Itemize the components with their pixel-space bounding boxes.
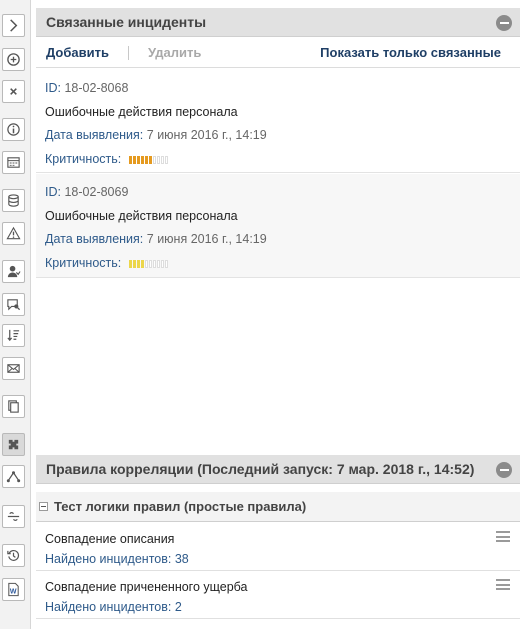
calendar-icon[interactable] xyxy=(2,151,25,174)
criticality-segment xyxy=(144,259,148,268)
incident-name: Ошибочные действия персонала xyxy=(45,105,238,119)
separator xyxy=(127,45,129,60)
word-document-icon[interactable]: W xyxy=(2,578,25,601)
criticality-segment xyxy=(136,259,140,268)
related-incidents-header: Связанные инциденты xyxy=(36,8,520,37)
info-icon[interactable] xyxy=(2,118,25,141)
rule-item[interactable]: Совпадение причененного ущерба Найдено и… xyxy=(36,571,520,619)
criticality-segment xyxy=(148,155,152,164)
correlation-rules-header: Правила корреляции (Последний запуск: 7 … xyxy=(36,455,520,484)
incident-name: Ошибочные действия персонала xyxy=(45,209,238,223)
mail-icon[interactable] xyxy=(2,357,25,380)
criticality-segment xyxy=(128,155,132,164)
copy-icon[interactable] xyxy=(2,395,25,418)
criticality-bar xyxy=(128,259,168,268)
puzzle-icon[interactable] xyxy=(2,433,25,456)
criticality-segment xyxy=(164,259,168,268)
criticality-segment xyxy=(140,259,144,268)
rule-group-title: Тест логики правил (простые правила) xyxy=(54,499,307,514)
incident-actions-bar: Добавить Удалить Показать только связанн… xyxy=(36,38,520,68)
criticality-segment xyxy=(160,259,164,268)
menu-icon[interactable] xyxy=(496,531,510,542)
link-icon[interactable] xyxy=(2,505,25,528)
id-label: ID: xyxy=(45,185,61,199)
incident-item[interactable]: ID: 18-02-8068 Ошибочные действия персон… xyxy=(36,69,520,173)
id-label: ID: xyxy=(45,81,61,95)
criticality-segment xyxy=(156,259,160,268)
detection-date: 7 июня 2016 г., 14:19 xyxy=(146,128,267,142)
criticality-segment xyxy=(128,259,132,268)
close-icon[interactable] xyxy=(2,80,25,103)
criticality-segment xyxy=(152,155,156,164)
sort-icon[interactable] xyxy=(2,324,25,347)
criticality-label: Критичность: xyxy=(45,152,122,166)
rule-group-header[interactable]: Тест логики правил (простые правила) xyxy=(36,492,520,522)
warning-icon[interactable] xyxy=(2,222,25,245)
rule-name: Совпадение описания xyxy=(45,532,175,546)
criticality-segment xyxy=(160,155,164,164)
date-label: Дата выявления: xyxy=(45,128,144,142)
collapse-group-icon[interactable] xyxy=(39,502,48,511)
criticality-segment xyxy=(136,155,140,164)
menu-icon[interactable] xyxy=(496,579,510,590)
rule-found-count[interactable]: Найдено инцидентов: 38 xyxy=(45,552,189,566)
delete-button[interactable]: Удалить xyxy=(148,45,201,60)
rule-found-count[interactable]: Найдено инцидентов: 2 xyxy=(45,600,182,614)
rule-item[interactable]: Совпадение описания Найдено инцидентов: … xyxy=(36,523,520,571)
detection-date: 7 июня 2016 г., 14:19 xyxy=(146,232,267,246)
criticality-segment xyxy=(152,259,156,268)
incident-id: 18-02-8068 xyxy=(64,81,129,95)
criticality-segment xyxy=(140,155,144,164)
show-only-related-button[interactable]: Показать только связанные xyxy=(320,45,501,60)
chevron-right-icon[interactable] xyxy=(2,14,25,37)
panel-title: Связанные инциденты xyxy=(46,14,207,30)
svg-text:W: W xyxy=(10,589,17,596)
criticality-segment xyxy=(132,155,136,164)
criticality-segment xyxy=(148,259,152,268)
left-toolbar: W xyxy=(0,0,31,629)
incident-item[interactable]: ID: 18-02-8069 Ошибочные действия персон… xyxy=(36,174,520,278)
add-button[interactable]: Добавить xyxy=(46,45,109,60)
panel-title: Правила корреляции (Последний запуск: 7 … xyxy=(46,461,475,477)
criticality-segment xyxy=(156,155,160,164)
criticality-segment xyxy=(164,155,168,164)
criticality-bar xyxy=(128,155,168,164)
history-icon[interactable] xyxy=(2,544,25,567)
graph-icon[interactable] xyxy=(2,465,25,488)
collapse-icon[interactable] xyxy=(496,462,512,478)
user-icon[interactable] xyxy=(2,260,25,283)
chat-search-icon[interactable] xyxy=(2,293,25,316)
criticality-segment xyxy=(144,155,148,164)
incident-id: 18-02-8069 xyxy=(64,185,129,199)
collapse-icon[interactable] xyxy=(496,15,512,31)
criticality-label: Критичность: xyxy=(45,256,122,270)
date-label: Дата выявления: xyxy=(45,232,144,246)
plus-circle-icon[interactable] xyxy=(2,48,25,71)
rule-name: Совпадение причененного ущерба xyxy=(45,580,248,594)
database-icon[interactable] xyxy=(2,189,25,212)
criticality-segment xyxy=(132,259,136,268)
